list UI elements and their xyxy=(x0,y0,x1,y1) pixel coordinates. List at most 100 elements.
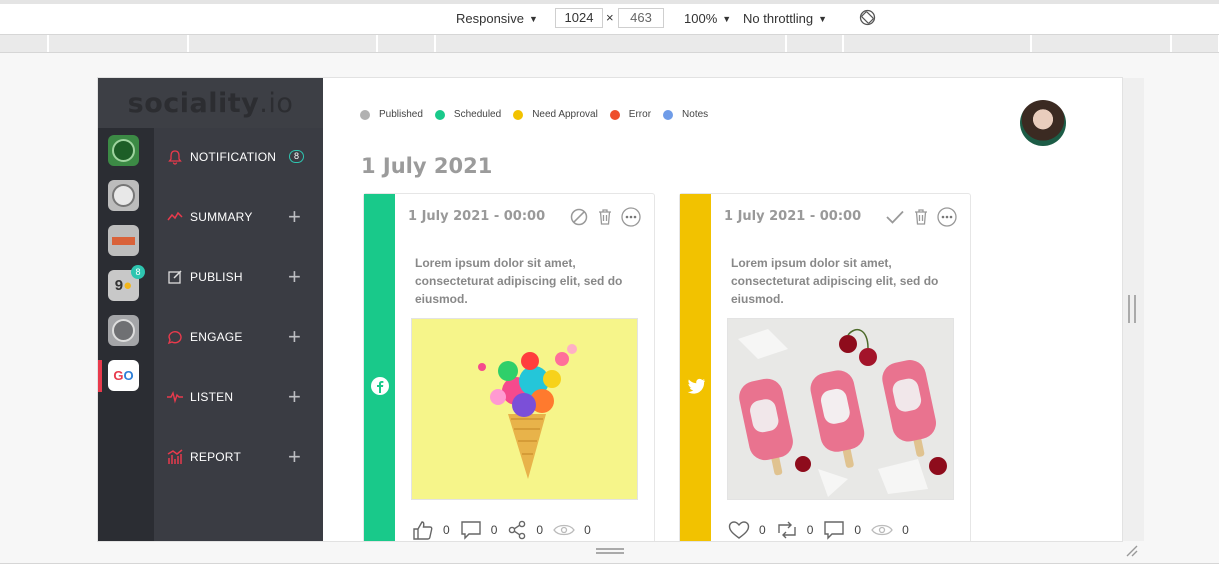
account-avatar-5[interactable] xyxy=(108,315,139,346)
expand-plus-icon[interactable]: + xyxy=(288,206,301,228)
legend-need-approval[interactable]: Need Approval xyxy=(513,109,598,120)
views-count: 0 xyxy=(902,523,909,537)
comments-stat[interactable]: 0 xyxy=(460,520,498,540)
post-image[interactable] xyxy=(727,318,954,500)
comment-icon xyxy=(824,521,845,540)
legend-dot xyxy=(434,109,445,120)
likes-stat[interactable]: 0 xyxy=(412,520,450,540)
zoom-select[interactable]: 100% ▼ xyxy=(684,11,731,26)
trash-icon[interactable] xyxy=(911,207,931,227)
nav-report[interactable]: REPORT + xyxy=(154,442,323,472)
eye-icon xyxy=(871,524,893,536)
chevron-down-icon: ▼ xyxy=(722,14,732,24)
account-avatar-2[interactable] xyxy=(108,180,139,211)
more-options-icon[interactable] xyxy=(937,207,957,227)
post-date: 1 July 2021 - 00:00 xyxy=(408,209,546,224)
legend-dot xyxy=(360,109,370,120)
expand-plus-icon[interactable]: + xyxy=(288,446,301,468)
post-card[interactable]: 1 July 2021 - 00:00 Lorem ipsum dolor si… xyxy=(363,193,655,541)
nav-engage[interactable]: ENGAGE + xyxy=(154,322,323,352)
expand-plus-icon[interactable]: + xyxy=(288,266,301,288)
nav-summary[interactable]: SUMMARY + xyxy=(154,202,323,232)
nav-notification[interactable]: NOTIFICATION 8 xyxy=(154,142,323,172)
facebook-icon xyxy=(371,377,389,395)
more-options-icon[interactable] xyxy=(621,207,641,227)
brand-suffix: .io xyxy=(259,87,294,119)
retweets-count: 0 xyxy=(806,523,814,537)
share-icon xyxy=(509,520,526,540)
resize-corner-icon[interactable] xyxy=(1126,545,1138,557)
device-select-label: Responsive xyxy=(456,11,524,26)
account-avatar-1[interactable] xyxy=(108,135,139,166)
media-query-segment[interactable] xyxy=(436,35,786,52)
bell-icon xyxy=(168,150,182,165)
media-query-bar xyxy=(0,35,1219,53)
trash-icon[interactable] xyxy=(595,207,615,227)
expand-plus-icon[interactable]: + xyxy=(288,386,301,408)
user-avatar[interactable] xyxy=(1020,100,1066,146)
nav-publish[interactable]: PUBLISH + xyxy=(154,262,323,292)
legend-published[interactable]: Published xyxy=(360,109,423,120)
likes-stat[interactable]: 0 xyxy=(728,520,766,540)
account-avatar-6[interactable]: GO xyxy=(108,360,139,391)
toolbar-top-border xyxy=(0,0,1219,4)
throttling-label: No throttling xyxy=(743,11,814,26)
resize-handle-bottom[interactable] xyxy=(596,548,624,554)
app-viewport: sociality.io 9● 8 GO NOTIFICATION 8 SUMM… xyxy=(98,78,1122,541)
comments-stat[interactable]: 0 xyxy=(823,520,861,540)
views-stat[interactable]: 0 xyxy=(871,523,909,537)
nav-listen[interactable]: LISTEN + xyxy=(154,382,323,412)
media-query-segment[interactable] xyxy=(787,35,843,52)
post-image[interactable] xyxy=(411,318,638,500)
legend-scheduled[interactable]: Scheduled xyxy=(434,109,502,120)
nav-engage-label: ENGAGE xyxy=(190,330,243,344)
block-icon[interactable] xyxy=(569,207,589,227)
legend-error[interactable]: Error xyxy=(609,109,652,120)
chevron-down-icon: ▼ xyxy=(528,14,538,24)
width-input[interactable]: 1024 xyxy=(555,8,603,28)
comments-count: 0 xyxy=(490,523,498,537)
shares-stat[interactable]: 0 xyxy=(507,520,543,540)
nav-listen-label: LISTEN xyxy=(190,390,234,404)
device-select[interactable]: Responsive ▼ xyxy=(456,11,538,26)
nav-notification-label: NOTIFICATION xyxy=(190,150,277,164)
account-avatar-3[interactable] xyxy=(108,225,139,256)
media-query-segment[interactable] xyxy=(378,35,435,52)
devtools-bottom-bar xyxy=(0,563,1219,571)
legend-label: Scheduled xyxy=(453,109,502,120)
post-actions xyxy=(569,207,647,227)
legend-label: Error xyxy=(628,109,652,120)
status-strip xyxy=(364,194,395,541)
post-stats: 0 0 0 0 xyxy=(728,520,919,540)
media-query-segment[interactable] xyxy=(844,35,1031,52)
legend-notes[interactable]: Notes xyxy=(663,109,708,120)
media-query-segment[interactable] xyxy=(0,35,48,52)
post-stats: 0 0 0 0 xyxy=(412,520,601,540)
post-card[interactable]: 1 July 2021 - 00:00 Lorem ipsum dolor si… xyxy=(679,193,971,541)
device-toolbar: Responsive ▼ 1024 × 463 100% ▼ No throttli… xyxy=(0,0,1219,35)
throttling-select[interactable]: No throttling ▼ xyxy=(743,11,827,26)
resize-handle-right[interactable] xyxy=(1128,295,1136,323)
comment-icon xyxy=(460,521,481,540)
zoom-label: 100% xyxy=(684,11,718,26)
checkmark-icon[interactable] xyxy=(885,207,905,227)
dimension-separator: × xyxy=(606,10,614,25)
views-stat[interactable]: 0 xyxy=(553,523,591,537)
date-heading: 1 July 2021 xyxy=(361,154,493,178)
height-input[interactable]: 463 xyxy=(618,8,664,28)
expand-plus-icon[interactable]: + xyxy=(288,326,301,348)
media-query-segment[interactable] xyxy=(49,35,188,52)
brand-logo[interactable]: sociality.io xyxy=(98,78,323,128)
media-query-segment[interactable] xyxy=(1032,35,1171,52)
media-query-segment[interactable] xyxy=(1172,35,1219,52)
rotate-icon[interactable] xyxy=(859,9,876,26)
likes-count: 0 xyxy=(759,523,766,537)
media-query-segment[interactable] xyxy=(189,35,377,52)
report-bars-icon xyxy=(167,449,183,464)
summary-chart-icon xyxy=(167,211,183,221)
chevron-down-icon: ▼ xyxy=(818,14,828,24)
legend-dot xyxy=(663,109,674,120)
legend-dot xyxy=(609,109,620,120)
retweets-stat[interactable]: 0 xyxy=(776,520,814,540)
thumbs-up-icon xyxy=(413,521,433,540)
